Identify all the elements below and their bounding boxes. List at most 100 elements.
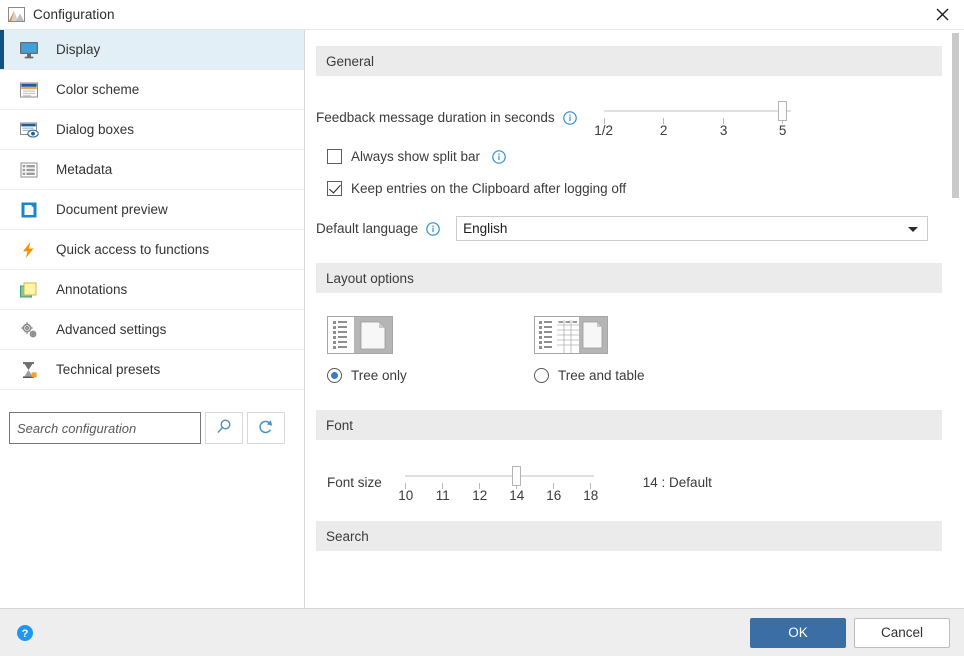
sidebar-item-label: Color scheme: [56, 82, 140, 97]
sidebar-item-label: Dialog boxes: [56, 122, 135, 137]
slider-thumb[interactable]: [777, 101, 787, 121]
search-input[interactable]: [9, 412, 201, 444]
configuration-dialog: Configuration Display Color scheme Dialo…: [0, 0, 964, 656]
sidebar-item-dialog-boxes[interactable]: Dialog boxes: [0, 110, 304, 150]
slider-tick-label: 14: [509, 488, 525, 503]
sidebar-item-label: Advanced settings: [56, 322, 167, 337]
feedback-duration-label: Feedback message duration in seconds: [316, 110, 555, 125]
font-size-value-text: 14 : Default: [642, 475, 712, 490]
sidebar-item-label: Metadata: [56, 162, 113, 177]
app-image-icon: [8, 6, 25, 23]
default-language-select[interactable]: English: [456, 216, 929, 241]
ok-button[interactable]: OK: [750, 617, 846, 648]
settings-content-scroll: General Feedback message duration in sec…: [305, 30, 964, 608]
section-body-layout-options: Tree only Tree and table: [316, 293, 942, 406]
slider-track: [404, 475, 594, 477]
sidebar-search-row: [0, 412, 304, 444]
document-icon: [18, 199, 40, 221]
info-icon[interactable]: [562, 111, 577, 125]
slider-tick-label: 11: [435, 488, 450, 503]
section-header-font: Font: [316, 410, 942, 440]
info-icon[interactable]: [426, 221, 440, 236]
reset-search-button[interactable]: [247, 412, 285, 444]
sidebar-item-label: Display: [56, 42, 101, 57]
close-button[interactable]: [920, 0, 964, 29]
keep-clipboard-checkbox[interactable]: [327, 181, 342, 196]
section-title: General: [326, 53, 375, 69]
settings-content-pane: General Feedback message duration in sec…: [305, 30, 964, 608]
section-header-general: General: [316, 46, 942, 76]
refresh-icon: [256, 417, 276, 440]
sidebar-item-metadata[interactable]: Metadata: [0, 150, 304, 190]
tree-and-table-radio[interactable]: [534, 368, 549, 383]
window-title: Configuration: [33, 7, 115, 22]
slider-tick-label: 3: [719, 123, 728, 138]
always-show-split-bar-label: Always show split bar: [351, 149, 481, 164]
slider-thumb[interactable]: [511, 466, 521, 486]
font-size-row: Font size 10 11 12 14 16 18 14: Default: [316, 462, 942, 503]
hourglass-icon: [18, 359, 40, 381]
content-scrollbar[interactable]: [952, 33, 959, 605]
cancel-button-label: Cancel: [880, 625, 924, 640]
tree-and-table-radio-row[interactable]: Tree and table: [534, 368, 645, 383]
sidebar-item-annotations[interactable]: Annotations: [0, 270, 304, 310]
tree-and-table-label: Tree and table: [558, 368, 645, 383]
keep-clipboard-row[interactable]: Keep entries on the Clipboard after logg…: [327, 181, 942, 196]
tree-only-radio[interactable]: [327, 368, 342, 383]
sidebar-item-label: Quick access to functions: [56, 242, 210, 257]
sidebar-item-technical-presets[interactable]: Technical presets: [0, 350, 304, 390]
info-icon[interactable]: [492, 149, 506, 164]
section-title: Font: [326, 417, 354, 433]
sidebar-item-document-preview[interactable]: Document preview: [0, 190, 304, 230]
section-body-font: Font size 10 11 12 14 16 18 14: Default: [316, 462, 942, 503]
slider-tick-label: 18: [583, 488, 599, 503]
color-scheme-icon: [18, 79, 40, 101]
sidebar-item-quick-access-to-functions[interactable]: Quick access to functions: [0, 230, 304, 270]
always-show-split-bar-row[interactable]: Always show split bar: [327, 149, 942, 164]
tree-only-radio-row[interactable]: Tree only: [327, 368, 407, 383]
monitor-icon: [18, 39, 40, 61]
content-scrollbar-thumb[interactable]: [952, 33, 959, 198]
lightning-bolt-icon: [18, 239, 40, 261]
sidebar-nav-list: Display Color scheme Dialog boxes Metada…: [0, 30, 304, 390]
keep-clipboard-label: Keep entries on the Clipboard after logg…: [351, 181, 627, 196]
section-header-search: Search: [316, 521, 942, 551]
settings-sidebar: Display Color scheme Dialog boxes Metada…: [0, 30, 305, 608]
default-language-row: Default language English: [316, 216, 942, 241]
sidebar-item-label: Document preview: [56, 202, 168, 217]
slider-tick-label: 16: [546, 488, 562, 503]
magnifier-icon: [214, 417, 234, 440]
ok-button-label: OK: [788, 625, 808, 640]
section-body-general: Feedback message duration in seconds 1/2…: [316, 97, 942, 241]
dialog-body: Display Color scheme Dialog boxes Metada…: [0, 29, 964, 608]
help-circle-icon[interactable]: ?: [16, 624, 34, 642]
dialog-box-icon: [18, 119, 40, 141]
section-title: Search: [326, 528, 369, 544]
chevron-down-icon: [908, 226, 919, 232]
slider-tick-label: 12: [472, 488, 488, 503]
slider-tick-label: 1/2: [594, 123, 614, 138]
always-show-split-bar-checkbox[interactable]: [327, 149, 342, 164]
cancel-button[interactable]: Cancel: [854, 617, 950, 648]
section-header-layout-options: Layout options: [316, 263, 942, 293]
title-bar: Configuration: [0, 0, 964, 29]
feedback-duration-row: Feedback message duration in seconds 1/2…: [316, 97, 942, 138]
section-title: Layout options: [326, 270, 414, 286]
footer-buttons: OK Cancel: [750, 617, 950, 648]
sticky-notes-icon: [18, 279, 40, 301]
metadata-table-icon: [18, 159, 40, 181]
layout-option-tree-only[interactable]: Tree only: [327, 316, 407, 383]
font-size-slider[interactable]: 10 11 12 14 16 18: [397, 462, 607, 503]
slider-track: [603, 110, 791, 112]
tree-only-preview-icon[interactable]: [327, 316, 393, 354]
slider-tick-label: 5: [778, 123, 787, 138]
sidebar-item-color-scheme[interactable]: Color scheme: [0, 70, 304, 110]
search-button[interactable]: [205, 412, 243, 444]
sidebar-item-display[interactable]: Display: [0, 30, 304, 70]
layout-option-tree-and-table[interactable]: Tree and table: [534, 316, 645, 383]
tree-and-table-preview-icon[interactable]: [534, 316, 608, 354]
sidebar-item-advanced-settings[interactable]: Advanced settings: [0, 310, 304, 350]
svg-text:?: ?: [22, 628, 29, 640]
sidebar-item-label: Annotations: [56, 282, 128, 297]
feedback-duration-slider[interactable]: 1/2 2 3 5: [594, 97, 811, 138]
